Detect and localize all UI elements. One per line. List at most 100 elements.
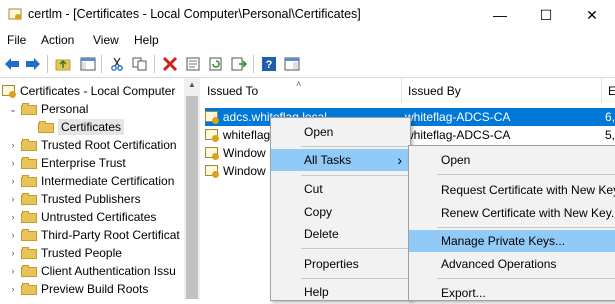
column-header-issued-by[interactable]: Issued By bbox=[402, 78, 602, 104]
submenu-open[interactable]: Open bbox=[409, 149, 615, 171]
collapsed-chevron-icon[interactable]: › bbox=[8, 230, 18, 240]
certificate-icon bbox=[205, 110, 220, 124]
cell-issued-by: whiteflag-ADCS-CA bbox=[405, 110, 511, 124]
collapsed-chevron-icon[interactable]: › bbox=[8, 248, 18, 258]
export-list-icon[interactable] bbox=[230, 55, 248, 73]
collapsed-chevron-icon[interactable]: › bbox=[8, 158, 18, 168]
certificate-icon bbox=[205, 146, 220, 160]
collapsed-chevron-icon[interactable]: › bbox=[8, 140, 18, 150]
collapsed-chevron-icon[interactable]: › bbox=[8, 266, 18, 276]
menu-item-label: Open bbox=[441, 153, 471, 167]
help-icon[interactable]: ? bbox=[260, 55, 278, 73]
folder-icon bbox=[21, 211, 37, 223]
tree-node-label: Enterprise Trust bbox=[41, 156, 126, 170]
tree-node-certificates[interactable]: Certificates bbox=[25, 118, 125, 136]
scroll-up-arrow-icon[interactable]: ▲ bbox=[186, 80, 198, 92]
menu-item-label: Help bbox=[304, 285, 329, 299]
certificate-icon bbox=[205, 128, 220, 142]
folder-icon bbox=[21, 265, 37, 277]
menu-item-label: Request Certificate with New Key... bbox=[441, 183, 615, 197]
certlm-app-icon bbox=[8, 7, 22, 21]
tree-node-untrusted[interactable]: › Untrusted Certificates bbox=[8, 208, 157, 226]
cell-issued-to: Window bbox=[223, 146, 266, 160]
submenu-request-certificate[interactable]: Request Certificate with New Key... bbox=[409, 179, 615, 201]
column-header-issued-to[interactable]: Issued To bbox=[201, 78, 402, 104]
menu-item-label: Cut bbox=[304, 182, 323, 196]
collapsed-chevron-icon[interactable]: › bbox=[8, 176, 18, 186]
cell-issued-by: whiteflag-ADCS-CA bbox=[405, 128, 511, 142]
menu-item-label: Renew Certificate with New Key... bbox=[441, 206, 615, 220]
tree-node-label: Client Authentication Issu bbox=[41, 264, 176, 278]
cell-expiration: 5, bbox=[604, 128, 615, 142]
context-menu-help[interactable]: Help bbox=[271, 281, 410, 303]
folder-icon bbox=[21, 139, 37, 151]
menu-help[interactable]: Help bbox=[134, 33, 159, 47]
tree-node-trusted-publishers[interactable]: › Trusted Publishers bbox=[8, 190, 141, 208]
tree-root[interactable]: Certificates - Local Computer bbox=[2, 82, 175, 100]
folder-icon bbox=[21, 157, 37, 169]
all-tasks-submenu: Open Request Certificate with New Key...… bbox=[408, 145, 615, 301]
context-menu-open[interactable]: Open bbox=[271, 121, 410, 143]
window-title: certlm - [Certificates - Local Computer\… bbox=[28, 7, 361, 21]
submenu-advanced-operations[interactable]: Advanced Operations bbox=[409, 253, 615, 275]
tree-node-intermediate[interactable]: › Intermediate Certification bbox=[8, 172, 175, 190]
copy-icon[interactable] bbox=[131, 55, 149, 73]
tree-node-preview-build[interactable]: › Preview Build Roots bbox=[8, 280, 149, 298]
context-menu-delete[interactable]: Delete bbox=[271, 223, 410, 245]
tree-node-third-party-root[interactable]: › Third-Party Root Certificat bbox=[8, 226, 180, 244]
tree-node-label: Trusted Root Certification bbox=[41, 138, 177, 152]
collapsed-chevron-icon[interactable]: › bbox=[8, 212, 18, 222]
tree-root-label: Certificates - Local Computer bbox=[20, 84, 176, 98]
tree-node-label: Certificates bbox=[58, 119, 125, 135]
menu-item-label: Delete bbox=[304, 227, 339, 241]
certificates-store-icon bbox=[2, 84, 17, 98]
tree-node-label: Personal bbox=[41, 102, 89, 116]
tree-node-client-auth[interactable]: › Client Authentication Issu bbox=[8, 262, 176, 280]
context-menu-cut[interactable]: Cut bbox=[271, 178, 410, 200]
context-menu: Open All Tasks › Cut Copy Delete Propert… bbox=[270, 117, 411, 301]
submenu-renew-certificate[interactable]: Renew Certificate with New Key... bbox=[409, 202, 615, 224]
collapsed-chevron-icon[interactable]: › bbox=[8, 284, 18, 294]
tree-node-trusted-people[interactable]: › Trusted People bbox=[8, 244, 122, 262]
tree-node-label: Intermediate Certification bbox=[41, 174, 175, 188]
menu-bar: File Action View Help bbox=[0, 30, 615, 50]
collapsed-chevron-icon[interactable]: › bbox=[8, 194, 18, 204]
refresh-icon[interactable] bbox=[207, 55, 225, 73]
tree-node-personal[interactable]: ⌄ Personal bbox=[8, 100, 88, 118]
submenu-manage-private-keys[interactable]: Manage Private Keys... bbox=[409, 230, 615, 252]
folder-icon bbox=[38, 121, 54, 133]
menu-item-label: Copy bbox=[304, 205, 333, 219]
mmc-pane-icon[interactable] bbox=[283, 55, 301, 73]
properties-icon[interactable] bbox=[184, 55, 202, 73]
menu-view[interactable]: View bbox=[93, 33, 119, 47]
tree-node-trusted-root[interactable]: › Trusted Root Certification bbox=[8, 136, 177, 154]
close-button[interactable]: ✕ bbox=[569, 0, 615, 30]
menu-item-label: Advanced Operations bbox=[441, 257, 557, 271]
tree-node-enterprise-trust[interactable]: › Enterprise Trust bbox=[8, 154, 126, 172]
back-arrow-icon[interactable] bbox=[3, 55, 21, 73]
maximize-button[interactable]: ☐ bbox=[523, 0, 569, 30]
menu-item-label: Manage Private Keys... bbox=[441, 234, 566, 248]
forward-arrow-icon[interactable] bbox=[24, 55, 42, 73]
column-header-expiration[interactable]: E bbox=[602, 78, 615, 104]
title-bar: certlm - [Certificates - Local Computer\… bbox=[0, 0, 615, 30]
certificate-icon bbox=[205, 164, 220, 178]
show-hide-console-tree-icon[interactable] bbox=[79, 55, 97, 73]
menu-item-label: Properties bbox=[304, 257, 359, 271]
menu-file[interactable]: File bbox=[7, 33, 26, 47]
menu-action[interactable]: Action bbox=[41, 33, 74, 47]
up-folder-icon[interactable] bbox=[54, 55, 72, 73]
context-menu-copy[interactable]: Copy bbox=[271, 201, 410, 223]
table-row[interactable]: Window bbox=[205, 162, 266, 180]
svg-text:?: ? bbox=[266, 59, 273, 71]
context-menu-all-tasks[interactable]: All Tasks › bbox=[271, 149, 410, 171]
submenu-export[interactable]: Export... bbox=[409, 282, 615, 304]
folder-icon bbox=[21, 229, 37, 241]
expanded-chevron-icon[interactable]: ⌄ bbox=[8, 104, 18, 115]
tree-scrollbar-thumb[interactable] bbox=[186, 96, 198, 299]
minimize-button[interactable]: — bbox=[477, 0, 523, 30]
context-menu-properties[interactable]: Properties bbox=[271, 253, 410, 275]
cut-icon[interactable] bbox=[108, 55, 126, 73]
delete-icon[interactable] bbox=[161, 55, 179, 73]
table-row[interactable]: Window bbox=[205, 144, 266, 162]
